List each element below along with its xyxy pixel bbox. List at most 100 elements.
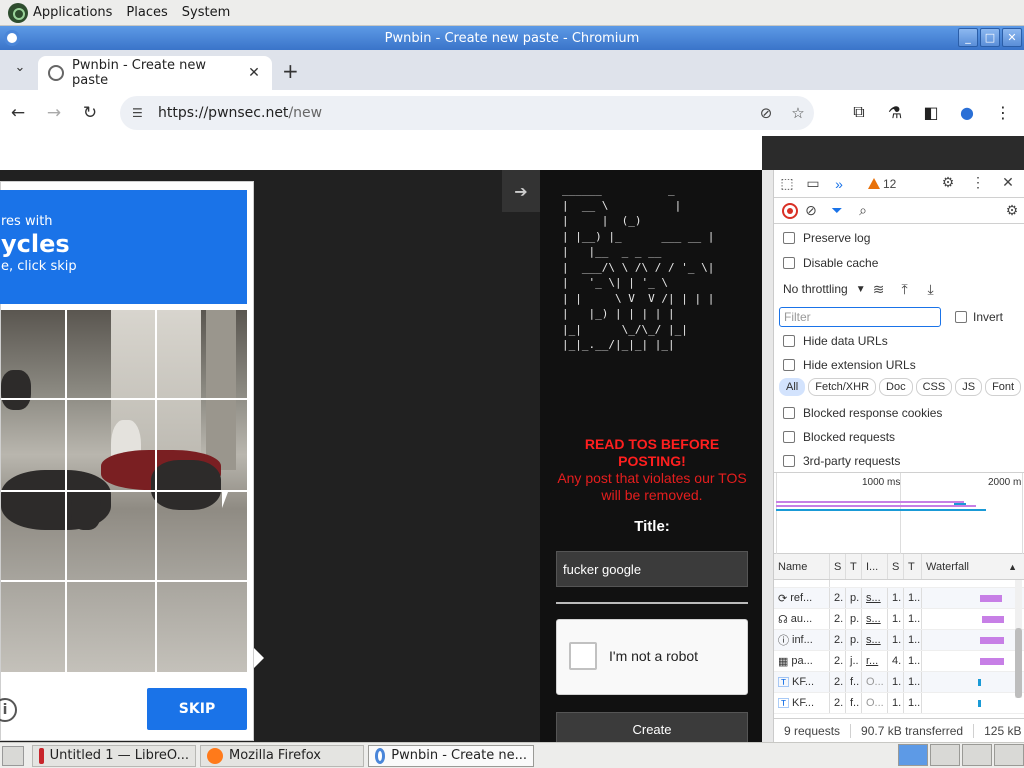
table-row[interactable]: 🅃 KF... 2. f.. O... 1. 1... xyxy=(774,693,1024,714)
workspace-1[interactable] xyxy=(898,744,928,766)
tab-list-chevron-icon[interactable]: ⌄ xyxy=(10,60,30,80)
captcha-grid[interactable] xyxy=(1,310,247,672)
warnings-badge[interactable]: 12 xyxy=(868,177,896,191)
search-icon[interactable]: ⌕ xyxy=(850,202,876,219)
preserve-log-checkbox[interactable] xyxy=(783,232,795,244)
kebab-menu-icon[interactable]: ⋮ xyxy=(990,98,1016,126)
inspect-element-icon[interactable]: ⬚ xyxy=(774,175,800,192)
scrollbar-thumb[interactable] xyxy=(1015,628,1022,698)
devtools-settings-gear-icon[interactable]: ⚙ xyxy=(935,174,961,191)
sidebar-toggle-arrow-icon[interactable]: ➔ xyxy=(502,170,540,212)
cell-initiator[interactable]: s... xyxy=(862,609,888,629)
col-type[interactable]: T xyxy=(846,554,862,579)
table-row[interactable]: ☊ au... 2. p. s... 1. 1... xyxy=(774,609,1024,630)
network-settings-gear-icon[interactable]: ⚙ xyxy=(999,202,1024,219)
task-libreoffice[interactable]: Untitled 1 — LibreO... xyxy=(32,744,196,767)
new-tab-plus-icon[interactable]: + xyxy=(282,59,299,83)
hide-extension-urls-checkbox[interactable] xyxy=(783,359,795,371)
device-toolbar-icon[interactable]: ▭ xyxy=(800,175,826,192)
hide-data-urls-row[interactable]: Hide data URLs xyxy=(774,329,1024,353)
clear-icon[interactable]: ⊘ xyxy=(798,202,824,219)
network-table-scrollbar[interactable] xyxy=(1015,580,1022,698)
skip-button[interactable]: SKIP xyxy=(147,688,247,730)
reload-icon[interactable]: ↻ xyxy=(72,103,108,123)
workspace-2[interactable] xyxy=(930,744,960,766)
not-robot-checkbox[interactable] xyxy=(569,642,597,670)
show-desktop-icon[interactable] xyxy=(2,745,24,766)
col-size[interactable]: S xyxy=(888,554,904,579)
workspace-4[interactable] xyxy=(994,744,1024,766)
url-text[interactable]: https://pwnsec.net/new xyxy=(158,105,750,121)
table-row[interactable]: ⓘ inf... 2. p. s... 1. 1... xyxy=(774,630,1024,651)
disable-cache-checkbox[interactable] xyxy=(783,257,795,269)
table-row[interactable]: ▦ pa... 2. j.. r... 4. 1... xyxy=(774,651,1024,672)
forward-arrow-icon[interactable]: → xyxy=(36,103,72,123)
devtools-menu-kebab-icon[interactable]: ⋮ xyxy=(965,174,991,191)
star-icon[interactable]: ☆ xyxy=(782,104,814,122)
more-tabs-chevron-icon[interactable]: » xyxy=(826,176,852,192)
workspace-3[interactable] xyxy=(962,744,992,766)
title-input[interactable]: fucker google xyxy=(556,551,748,587)
profile-avatar-icon[interactable]: ● xyxy=(954,98,980,126)
preserve-log-row[interactable]: Preserve log xyxy=(774,226,1024,250)
third-party-checkbox[interactable] xyxy=(783,455,795,467)
col-waterfall[interactable]: Waterfall ▲ xyxy=(922,554,1024,579)
site-settings-icon[interactable]: ☰ xyxy=(132,106,148,120)
task-firefox[interactable]: Mozilla Firefox xyxy=(200,744,364,767)
blocked-requests-row[interactable]: Blocked requests xyxy=(774,425,1024,449)
table-row[interactable] xyxy=(774,580,1024,588)
menu-applications[interactable]: Applications xyxy=(33,5,112,20)
menu-places[interactable]: Places xyxy=(126,5,167,20)
minimize-button[interactable]: _ xyxy=(958,28,978,47)
blocked-requests-checkbox[interactable] xyxy=(783,431,795,443)
labs-flask-icon[interactable]: ⚗ xyxy=(882,98,908,126)
cell-initiator[interactable]: s... xyxy=(862,588,888,608)
menu-system[interactable]: System xyxy=(182,5,230,20)
tab-close-icon[interactable]: ✕ xyxy=(246,65,262,81)
maximize-button[interactable]: □ xyxy=(980,28,1000,47)
col-time[interactable]: T xyxy=(904,554,922,579)
chip-js[interactable]: JS xyxy=(955,378,983,396)
task-chromium[interactable]: Pwnbin - Create ne... xyxy=(368,744,534,767)
chip-fetch-xhr[interactable]: Fetch/XHR xyxy=(808,378,877,396)
table-row[interactable]: ⟳ ref... 2. p. s... 1. 1... xyxy=(774,588,1024,609)
info-icon[interactable]: i xyxy=(0,698,17,722)
download-icon[interactable]: ⤓ xyxy=(918,281,944,298)
chip-all[interactable]: All xyxy=(779,378,806,396)
col-initiator[interactable]: I... xyxy=(862,554,888,579)
upload-icon[interactable]: ⤒ xyxy=(892,281,918,298)
devtools-splitter[interactable] xyxy=(762,170,773,742)
extensions-puzzle-icon[interactable]: ⧉ xyxy=(846,98,872,126)
devtools-close-icon[interactable]: ✕ xyxy=(995,174,1021,191)
record-icon[interactable] xyxy=(782,202,798,219)
throttling-select[interactable]: No throttling xyxy=(783,282,848,296)
side-panel-icon[interactable]: ◧ xyxy=(918,98,944,126)
cell-initiator[interactable]: s... xyxy=(862,630,888,650)
disable-cache-row[interactable]: Disable cache xyxy=(774,251,1024,275)
create-button[interactable]: Create xyxy=(556,712,748,742)
chip-font[interactable]: Font xyxy=(985,378,1022,396)
address-bar[interactable]: ☰ https://pwnsec.net/new ⊘ ☆ xyxy=(120,96,814,130)
filter-input[interactable]: Filter xyxy=(779,307,941,327)
dropdown-caret-icon[interactable]: ▼ xyxy=(856,284,866,295)
table-row[interactable]: 🅃 KF... 2. f.. O... 1. 1... xyxy=(774,672,1024,693)
col-status[interactable]: S xyxy=(830,554,846,579)
network-conditions-wifi-icon[interactable]: ≋ xyxy=(866,281,892,298)
blocked-cookies-checkbox[interactable] xyxy=(783,407,795,419)
chip-css[interactable]: CSS xyxy=(915,378,953,396)
invert-checkbox[interactable] xyxy=(955,311,967,323)
hide-data-urls-checkbox[interactable] xyxy=(783,335,795,347)
close-window-button[interactable]: ✕ xyxy=(1002,28,1022,47)
distro-logo-icon[interactable] xyxy=(8,2,28,23)
col-name[interactable]: Name xyxy=(774,554,830,579)
eye-slash-icon[interactable]: ⊘ xyxy=(750,104,782,122)
blocked-cookies-row[interactable]: Blocked response cookies xyxy=(774,401,1024,425)
hide-extension-urls-row[interactable]: Hide extension URLs xyxy=(774,353,1024,377)
back-arrow-icon[interactable]: ← xyxy=(0,103,36,123)
sort-ascending-icon[interactable]: ▲ xyxy=(1008,562,1017,572)
third-party-row[interactable]: 3rd-party requests xyxy=(774,449,1024,473)
tab-pwnbin[interactable]: Pwnbin - Create new paste ✕ xyxy=(38,56,272,90)
network-overview-timeline[interactable]: 1000 ms 2000 m xyxy=(774,472,1024,555)
chip-doc[interactable]: Doc xyxy=(879,378,913,396)
cell-initiator[interactable]: r... xyxy=(862,651,888,671)
